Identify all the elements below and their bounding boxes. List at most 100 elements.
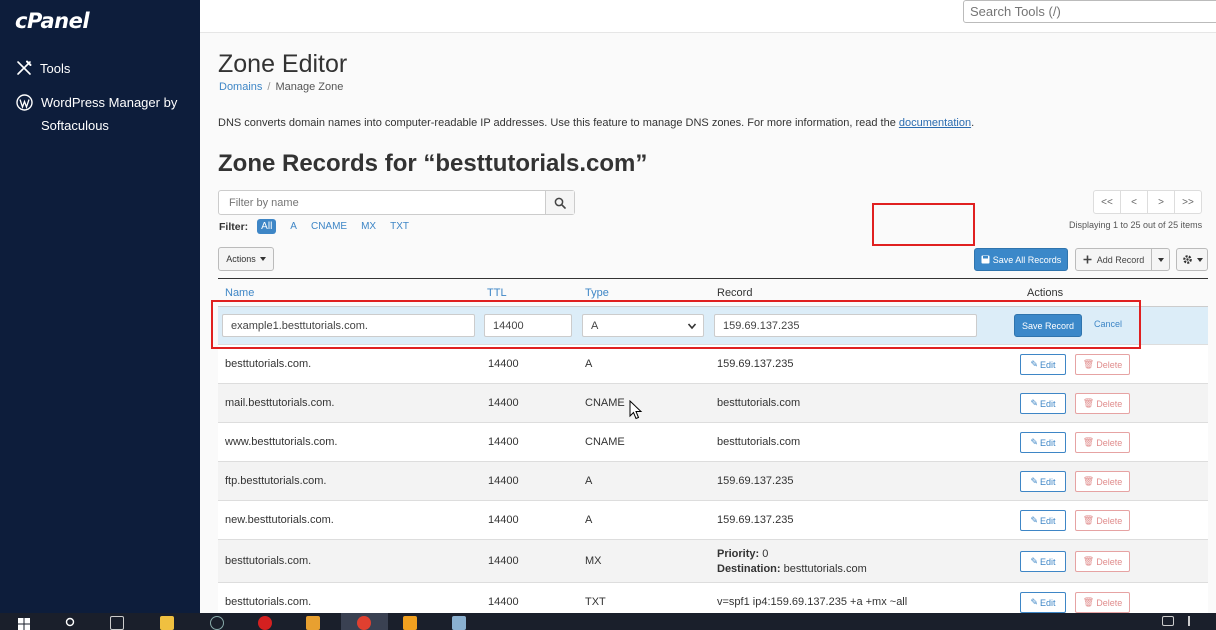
- edit-record-button[interactable]: ✎ Edit: [1020, 354, 1066, 375]
- pencil-icon: ✎: [1030, 556, 1039, 566]
- column-header-name[interactable]: Name: [225, 287, 254, 299]
- mx-destination-line: Destination: besttutorials.com: [717, 562, 867, 577]
- wordpress-icon: [16, 94, 33, 111]
- delete-record-button[interactable]: 🗑 Delete: [1075, 471, 1130, 492]
- table-row: mail.besttutorials.com. 14400 CNAME best…: [218, 384, 1208, 423]
- record-type: TXT: [585, 596, 606, 608]
- app-icon[interactable]: [403, 616, 417, 630]
- record-type: A: [585, 475, 593, 487]
- file-explorer-icon[interactable]: [160, 616, 174, 630]
- volume-icon[interactable]: [1188, 616, 1196, 626]
- breadcrumb-domains-link[interactable]: Domains: [219, 81, 262, 93]
- record-ttl: 14400: [488, 358, 519, 370]
- windows-start-icon[interactable]: [18, 618, 30, 630]
- pager-next-button[interactable]: >: [1147, 190, 1175, 214]
- pencil-icon: ✎: [1030, 398, 1039, 408]
- edit-record-button[interactable]: ✎ Edit: [1020, 592, 1066, 613]
- pencil-icon: ✎: [1030, 437, 1039, 447]
- table-row: besttutorials.com. 14400 A 159.69.137.23…: [218, 345, 1208, 384]
- edit-record-row: example1.besttutorials.com. 14400 A 159.…: [218, 307, 1208, 345]
- add-record-dropdown-button[interactable]: [1151, 248, 1170, 271]
- save-all-label: Save All Records: [992, 254, 1062, 265]
- opera-icon[interactable]: [258, 616, 272, 630]
- add-record-button[interactable]: Add Record: [1075, 248, 1152, 271]
- page-title: Zone Editor: [218, 50, 348, 78]
- pencil-icon: ✎: [1030, 597, 1039, 607]
- app-icon[interactable]: [452, 616, 466, 630]
- filter-chip-txt[interactable]: TXT: [390, 221, 409, 232]
- record-ttl: 14400: [488, 514, 519, 526]
- record-name: besttutorials.com.: [225, 358, 312, 370]
- record-type-select[interactable]: A: [582, 314, 704, 337]
- system-tray-icon[interactable]: [1162, 616, 1174, 626]
- record-ttl-input[interactable]: 14400: [484, 314, 572, 337]
- delete-record-button[interactable]: 🗑 Delete: [1075, 551, 1130, 572]
- record-ttl: 14400: [488, 436, 519, 448]
- record-value: besttutorials.com: [717, 436, 801, 448]
- delete-record-button[interactable]: 🗑 Delete: [1075, 592, 1130, 613]
- os-taskbar: [0, 613, 1216, 630]
- trash-icon: 🗑: [1082, 437, 1095, 447]
- task-view-icon[interactable]: [110, 616, 124, 630]
- edit-label: Edit: [1040, 597, 1056, 608]
- sidebar-item-label: Tools: [40, 61, 71, 76]
- documentation-link[interactable]: documentation: [899, 117, 971, 129]
- caret-down-icon: [1157, 257, 1164, 262]
- app-icon[interactable]: [210, 616, 224, 630]
- trash-icon: 🗑: [1082, 556, 1095, 566]
- trash-icon: 🗑: [1082, 359, 1095, 369]
- cpanel-logo[interactable]: cPanel: [15, 9, 90, 33]
- delete-record-button[interactable]: 🗑 Delete: [1075, 354, 1130, 375]
- pager-first-button[interactable]: <<: [1093, 190, 1121, 214]
- save-record-button[interactable]: Save Record: [1014, 314, 1082, 337]
- table-header: Name TTL Type Record Actions: [218, 278, 1208, 307]
- record-ttl: 14400: [488, 555, 519, 567]
- settings-dropdown-button[interactable]: [1176, 248, 1208, 271]
- save-all-records-button[interactable]: Save All Records: [974, 248, 1068, 271]
- search-tools-input[interactable]: [963, 0, 1216, 23]
- record-value: besttutorials.com: [717, 397, 801, 409]
- filter-by-name-input[interactable]: [219, 191, 547, 214]
- trash-icon: 🗑: [1082, 476, 1095, 486]
- sidebar-item-wordpress-manager[interactable]: WordPress Manager by Softaculous: [16, 91, 191, 137]
- filter-chip-mx[interactable]: MX: [361, 221, 376, 232]
- edit-record-button[interactable]: ✎ Edit: [1020, 510, 1066, 531]
- table-row: new.besttutorials.com. 14400 A 159.69.13…: [218, 501, 1208, 540]
- breadcrumb-separator: /: [267, 81, 271, 93]
- sidebar-item-tools[interactable]: Tools: [16, 57, 70, 80]
- cancel-edit-link[interactable]: Cancel: [1094, 319, 1122, 329]
- pager-last-button[interactable]: >>: [1174, 190, 1202, 214]
- filter-box: [218, 190, 575, 215]
- record-name: mail.besttutorials.com.: [225, 397, 335, 409]
- record-value-input[interactable]: 159.69.137.235: [714, 314, 977, 337]
- filter-chip-a[interactable]: A: [290, 221, 297, 232]
- caret-down-icon: [259, 257, 266, 261]
- app-icon[interactable]: [306, 616, 320, 630]
- filter-chip-all[interactable]: All: [257, 219, 277, 234]
- delete-record-button[interactable]: 🗑 Delete: [1075, 510, 1130, 531]
- record-type: CNAME: [585, 436, 625, 448]
- actions-dropdown-button[interactable]: Actions: [218, 247, 274, 271]
- filter-search-button[interactable]: [545, 191, 574, 214]
- edit-record-button[interactable]: ✎ Edit: [1020, 551, 1066, 572]
- pager-prev-button[interactable]: <: [1120, 190, 1148, 214]
- search-icon[interactable]: [65, 617, 77, 629]
- edit-record-button[interactable]: ✎ Edit: [1020, 393, 1066, 414]
- edit-record-button[interactable]: ✎ Edit: [1020, 432, 1066, 453]
- column-header-type[interactable]: Type: [585, 287, 609, 299]
- tools-icon: [17, 60, 32, 75]
- column-header-ttl[interactable]: TTL: [487, 287, 507, 299]
- record-name: www.besttutorials.com.: [225, 436, 338, 448]
- chrome-icon[interactable]: [357, 616, 371, 630]
- record-ttl: 14400: [488, 596, 519, 608]
- delete-record-button[interactable]: 🗑 Delete: [1075, 393, 1130, 414]
- type-filter-row: Filter: All A CNAME MX TXT: [219, 219, 423, 234]
- edit-record-button[interactable]: ✎ Edit: [1020, 471, 1066, 492]
- trash-icon: 🗑: [1082, 515, 1095, 525]
- record-name-input[interactable]: example1.besttutorials.com.: [222, 314, 475, 337]
- filter-chip-cname[interactable]: CNAME: [311, 221, 347, 232]
- delete-label: Delete: [1096, 476, 1123, 487]
- delete-record-button[interactable]: 🗑 Delete: [1075, 432, 1130, 453]
- pencil-icon: ✎: [1030, 359, 1039, 369]
- record-ttl: 14400: [488, 397, 519, 409]
